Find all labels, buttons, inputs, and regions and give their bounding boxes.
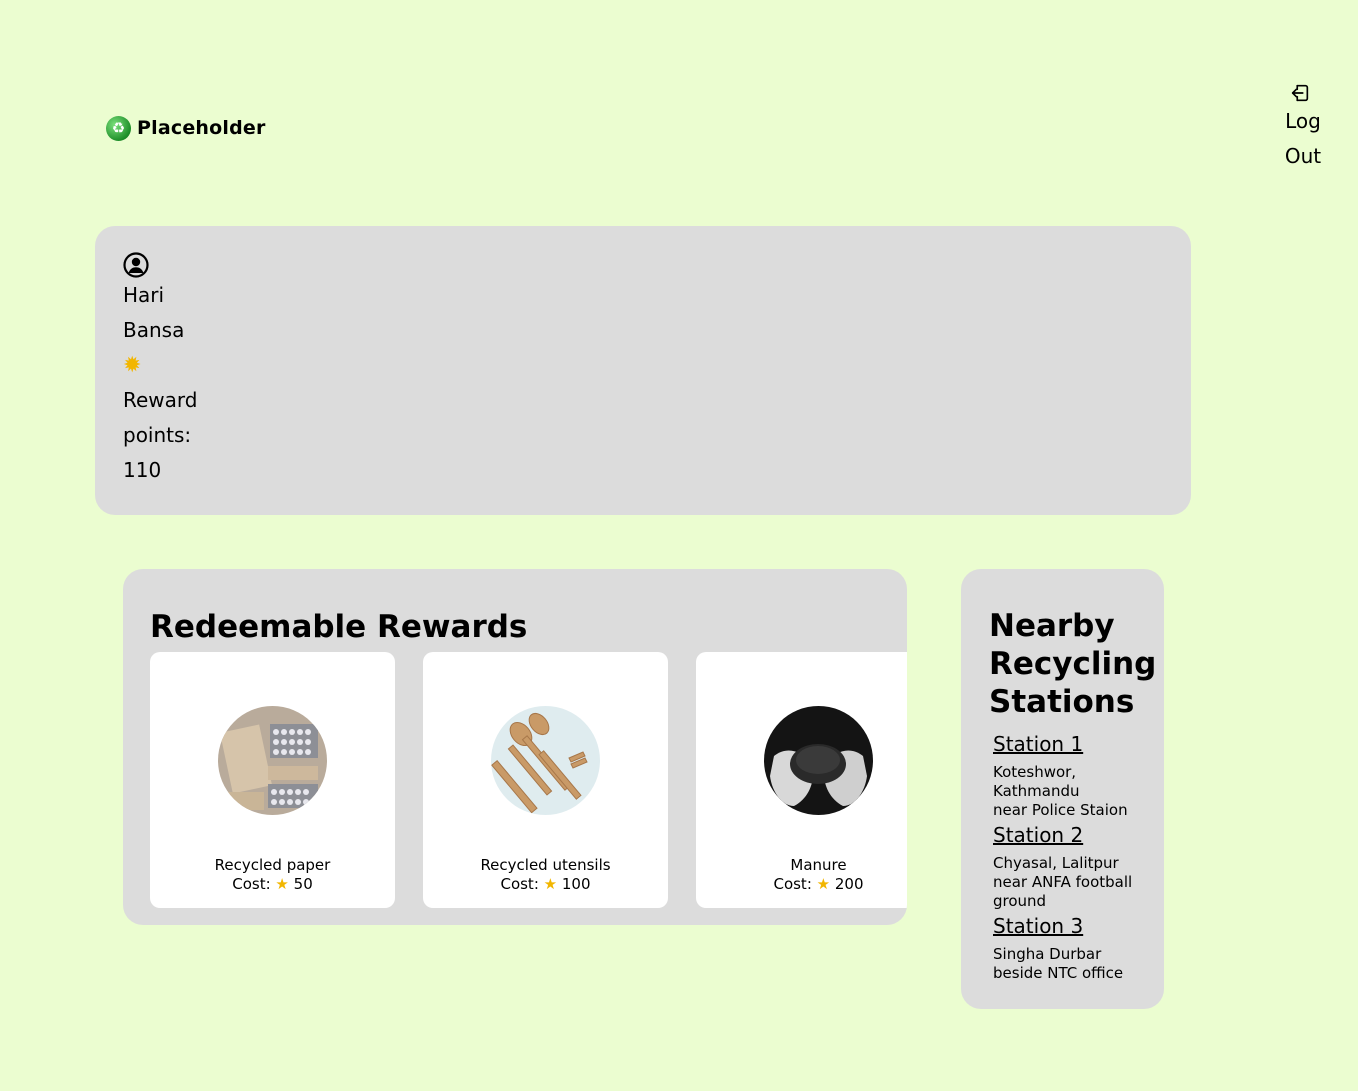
rewards-list[interactable]: Recycled paper Cost: ★ 50 Recycled utens…: [150, 652, 907, 908]
recycled-utensils-image: [491, 706, 600, 815]
reward-points-value: 110: [123, 458, 162, 482]
station-link[interactable]: Station 2: [993, 822, 1083, 848]
reward-name: Recycled paper: [214, 856, 331, 874]
star-icon: ★: [543, 875, 558, 893]
stations-title-line2: Recycling: [989, 646, 1157, 682]
reward-cost-value: 50: [293, 875, 313, 893]
station-link[interactable]: Station 3: [993, 913, 1083, 939]
rewards-section: Redeemable Rewards Recycled paper Cost: …: [123, 569, 907, 925]
reward-name: Recycled utensils: [480, 856, 611, 874]
reward-item-recycled-paper[interactable]: Recycled paper Cost: ★ 50: [150, 652, 395, 908]
reward-cost: Cost: ★ 50: [150, 875, 395, 894]
profile-card: Hari Bansa ✹ Reward points: 110: [95, 226, 1191, 515]
logout-icon: [1291, 84, 1309, 102]
reward-item-recycled-utensils[interactable]: Recycled utensils Cost: ★ 100: [423, 652, 668, 908]
rewards-title: Redeemable Rewards: [150, 609, 528, 645]
reward-cost: Cost: ★ 100: [423, 875, 668, 894]
stations-title: Nearby Recycling Stations: [989, 607, 1157, 721]
logout-label-line2: Out: [1284, 144, 1322, 168]
star-icon: ★: [816, 875, 831, 893]
stations-title-line3: Stations: [989, 684, 1135, 720]
reward-cost: Cost: ★ 200: [696, 875, 907, 894]
reward-cost-prefix: Cost:: [773, 875, 812, 893]
logout-button[interactable]: Log Out: [1280, 82, 1326, 174]
station-link[interactable]: Station 1: [993, 731, 1083, 757]
stations-title-line1: Nearby: [989, 608, 1115, 644]
station-address: Chyasal, Lalitpur near ANFA football gro…: [993, 854, 1133, 910]
profile-info: Hari Bansa ✹ Reward points: 110: [123, 252, 213, 488]
reward-cost-prefix: Cost:: [500, 875, 539, 893]
station-item: Station 3 Singha Durbar beside NTC offic…: [989, 913, 1154, 983]
reward-label-line2: points:: [123, 423, 192, 447]
sparkle-star-icon: ✹: [123, 353, 142, 378]
station-address: Singha Durbar beside NTC office: [993, 945, 1124, 982]
logout-label-line1: Log: [1285, 109, 1321, 133]
user-circle-icon: [123, 252, 149, 278]
recycle-icon: ♻: [106, 115, 131, 141]
reward-cost-value: 200: [834, 875, 864, 893]
stations-section: Nearby Recycling Stations Station 1 Kote…: [961, 569, 1164, 1009]
star-icon: ★: [275, 875, 289, 893]
brand-name: Placeholder: [137, 117, 266, 139]
station-address: Koteshwor, Kathmandu near Police Staion: [993, 763, 1128, 819]
recycled-paper-image: [218, 706, 327, 815]
reward-cost-prefix: Cost:: [232, 875, 271, 893]
station-item: Station 1 Koteshwor, Kathmandu near Poli…: [989, 731, 1154, 820]
station-item: Station 2 Chyasal, Lalitpur near ANFA fo…: [989, 822, 1154, 911]
manure-image: [764, 706, 873, 815]
user-last-name: Bansa: [123, 318, 185, 342]
reward-label-line1: Reward: [123, 388, 198, 412]
reward-name: Manure: [790, 856, 847, 874]
reward-item-manure[interactable]: Manure Cost: ★ 200: [696, 652, 907, 908]
reward-cost-value: 100: [561, 875, 591, 893]
user-first-name: Hari: [123, 283, 165, 307]
brand[interactable]: ♻ Placeholder: [106, 114, 266, 142]
